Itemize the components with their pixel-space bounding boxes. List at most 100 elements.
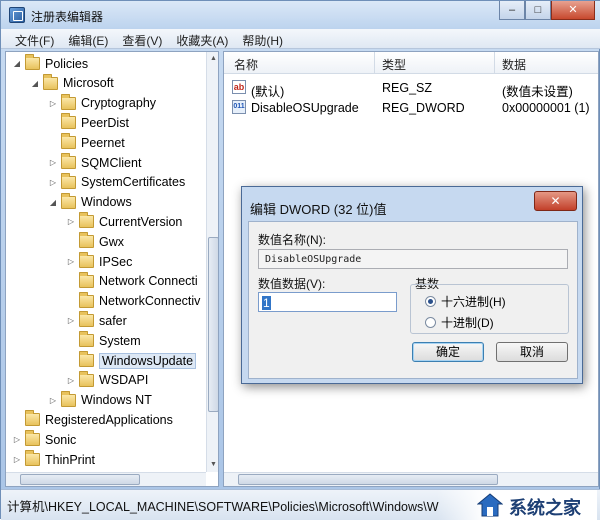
tree-node[interactable]: PeerDist (48, 113, 129, 132)
tree-vscroll-thumb[interactable] (208, 237, 218, 412)
collapsed-arrow-icon[interactable]: ▷ (12, 455, 22, 464)
folder-icon (25, 54, 40, 70)
minimize-button[interactable]: – (499, 1, 525, 20)
tree-horizontal-scrollbar[interactable] (6, 472, 206, 486)
radio-hexadecimal[interactable]: 十六进制(H) (425, 293, 506, 310)
value-data-input[interactable]: 1 (258, 292, 397, 312)
value-row[interactable]: ab (默认) REG_SZ (数值未设置) (224, 78, 598, 99)
tree-node-label: Policies (45, 56, 89, 71)
value-row[interactable]: 011 DisableOSUpgrade REG_DWORD 0x0000000… (224, 98, 598, 118)
tree-node[interactable]: RegisteredApplications (12, 410, 173, 429)
tree-node[interactable]: ▷ ThinPrint (12, 450, 95, 469)
tree-node[interactable]: ▷ SystemCertificates (48, 172, 186, 192)
folder-icon (61, 133, 76, 150)
tree-hscroll-thumb[interactable] (20, 474, 140, 485)
folder-icon (79, 351, 94, 367)
watermark-text: 系统之家 (509, 498, 581, 519)
value-data-text: 1 (262, 296, 271, 310)
tree-node[interactable]: WindowsUpdate (66, 351, 197, 370)
expanded-arrow-icon[interactable]: ◢ (30, 79, 40, 88)
folder-icon (43, 73, 58, 90)
tree-node-label: Network Connecti (99, 274, 198, 289)
tree-node-label: WSDAPI (99, 373, 149, 388)
tree-node[interactable]: ▷ WSDAPI (66, 370, 149, 390)
menu-bar: 文件(F) 编辑(E) 查看(V) 收藏夹(A) 帮助(H) (1, 29, 600, 49)
tree-node[interactable]: NetworkConnectiv (66, 291, 200, 311)
radio-decimal[interactable]: 十进制(D) (425, 314, 494, 331)
ok-button[interactable]: 确定 (412, 342, 484, 362)
tree-node-label: SystemCertificates (81, 175, 186, 190)
tree-node[interactable]: ▷ Sonic (12, 430, 76, 449)
tree-node[interactable]: ▷ CurrentVersion (66, 212, 182, 231)
value-name-field: DisableOSUpgrade (258, 249, 568, 269)
dword-value-icon: 011 (232, 100, 246, 114)
tree-node[interactable]: ▷ SQMClient (48, 153, 141, 172)
menu-edit[interactable]: 编辑(E) (62, 29, 116, 48)
tree-node-label: Sonic (45, 432, 77, 447)
folder-icon (79, 291, 94, 308)
expanded-arrow-icon[interactable]: ◢ (48, 198, 58, 207)
folder-icon (79, 271, 94, 288)
tree-node[interactable]: ▷ Windows NT (48, 390, 152, 410)
menu-view[interactable]: 查看(V) (116, 29, 170, 48)
column-header-type[interactable]: 类型 (382, 56, 406, 73)
column-header-name[interactable]: 名称 (234, 56, 258, 73)
collapsed-arrow-icon[interactable]: ▷ (66, 376, 76, 385)
collapsed-arrow-icon[interactable]: ▷ (48, 396, 58, 405)
folder-icon (79, 331, 94, 348)
tree-vertical-scrollbar[interactable]: ▲ ▼ (206, 52, 218, 472)
list-hscroll-thumb[interactable] (238, 474, 498, 485)
tree-node[interactable]: ▷ safer (66, 311, 127, 330)
tree-node-label: safer (99, 313, 127, 328)
value-name: DisableOSUpgrade (251, 101, 359, 115)
folder-icon (61, 192, 76, 209)
watermark: 系统之家 (437, 490, 597, 521)
dialog-close-button[interactable]: ✕ (534, 191, 577, 211)
maximize-button[interactable]: □ (525, 1, 551, 20)
dialog-title: 编辑 DWORD (32 位)值 (250, 202, 387, 217)
tree-node[interactable]: ◢ Microsoft (30, 73, 114, 93)
registry-tree[interactable]: ◢ Policies ◢ Microsoft ▷ Cryptography PeerDist… (5, 51, 219, 487)
tree-node-label: PeerDist (81, 115, 129, 130)
folder-icon (25, 450, 40, 466)
tree-node[interactable]: ◢ Windows (48, 192, 132, 212)
value-type: REG_DWORD (382, 101, 465, 115)
tree-node[interactable]: ▷ IPSec (66, 252, 132, 271)
regedit-app-icon (9, 7, 25, 23)
tree-node[interactable]: System (66, 331, 141, 350)
list-header: 名称 类型 数据 (224, 52, 598, 74)
collapsed-arrow-icon[interactable]: ▷ (48, 99, 58, 108)
scroll-up-icon[interactable]: ▲ (207, 52, 218, 65)
collapsed-arrow-icon[interactable]: ▷ (48, 158, 58, 167)
value-type: REG_SZ (382, 81, 433, 95)
menu-favorites[interactable]: 收藏夹(A) (170, 29, 236, 48)
tree-node[interactable]: Network Connecti (66, 271, 198, 291)
scroll-down-icon[interactable]: ▼ (207, 458, 218, 471)
title-bar[interactable]: 注册表编辑器 – □ ✕ (1, 1, 600, 29)
column-header-data[interactable]: 数据 (502, 56, 526, 73)
radio-hex-label: 十六进制(H) (441, 295, 506, 309)
collapsed-arrow-icon[interactable]: ▷ (66, 257, 76, 266)
close-button[interactable]: ✕ (551, 1, 595, 20)
radio-unselected-icon[interactable] (425, 317, 436, 328)
menu-file[interactable]: 文件(F) (9, 29, 62, 48)
tree-node-label: WindowsUpdate (99, 352, 197, 369)
expanded-arrow-icon[interactable]: ◢ (12, 59, 22, 68)
tree-node[interactable]: ◢ Policies (12, 54, 88, 73)
collapsed-arrow-icon[interactable]: ▷ (66, 316, 76, 325)
tree-node-label: Peernet (81, 135, 125, 150)
tree-node-label: SQMClient (81, 155, 142, 170)
radio-dec-label: 十进制(D) (441, 316, 494, 330)
list-horizontal-scrollbar[interactable] (224, 472, 598, 486)
tree-node[interactable]: Peernet (48, 133, 125, 152)
collapsed-arrow-icon[interactable]: ▷ (66, 217, 76, 226)
folder-icon (61, 113, 76, 130)
tree-node[interactable]: Gwx (66, 232, 124, 251)
menu-help[interactable]: 帮助(H) (236, 29, 291, 48)
collapsed-arrow-icon[interactable]: ▷ (12, 435, 22, 444)
window-title: 注册表编辑器 (31, 10, 104, 24)
radio-selected-icon[interactable] (425, 296, 436, 307)
cancel-button[interactable]: 取消 (496, 342, 568, 362)
collapsed-arrow-icon[interactable]: ▷ (48, 178, 58, 187)
tree-node[interactable]: ▷ Cryptography (48, 93, 156, 113)
